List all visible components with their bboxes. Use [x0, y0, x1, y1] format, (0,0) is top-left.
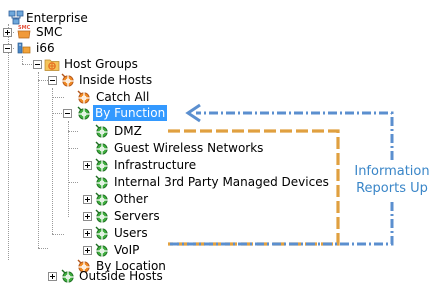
- tree-node-smc[interactable]: SMC: [34, 24, 64, 40]
- host-group-orange-icon: [76, 89, 92, 105]
- host-group-green-icon: [94, 242, 110, 258]
- tree-node-voip[interactable]: VoIP: [112, 242, 141, 258]
- smc-server-icon: SMC: [16, 24, 32, 40]
- tree-connector: [8, 24, 9, 260]
- expand-toggle-other[interactable]: [83, 195, 92, 204]
- svg-text:SMC: SMC: [18, 25, 31, 31]
- tree-connector: [38, 248, 48, 249]
- tree-node-host-groups[interactable]: Host Groups: [62, 56, 140, 72]
- host-group-green-icon: [94, 157, 110, 173]
- annotation-line2: Reports Up: [356, 181, 428, 196]
- collapse-toggle-by-function[interactable]: [63, 109, 72, 118]
- tree-connector: [68, 148, 78, 149]
- expand-toggle-outside-hosts[interactable]: [48, 272, 57, 281]
- tree-node-outside-hosts[interactable]: Outside Hosts: [77, 268, 165, 284]
- tree-connector: [22, 56, 23, 64]
- host-group-green-icon: [94, 208, 110, 224]
- tree-node-other[interactable]: Other: [112, 191, 150, 207]
- collapse-toggle-inside-hosts[interactable]: [48, 76, 57, 85]
- network-device-icon: [16, 40, 32, 56]
- tree-node-infrastructure[interactable]: Infrastructure: [112, 157, 198, 173]
- expand-toggle-users[interactable]: [83, 229, 92, 238]
- tree-node-i66[interactable]: i66: [34, 40, 57, 56]
- annotation-line1: Information: [354, 164, 430, 179]
- host-group-green-icon: [94, 174, 110, 190]
- collapse-toggle-i66[interactable]: [3, 44, 12, 53]
- tree-connector: [22, 64, 32, 65]
- host-group-green-icon: [94, 123, 110, 139]
- expand-toggle-smc[interactable]: [3, 28, 12, 37]
- host-group-green-icon: [94, 191, 110, 207]
- tree-connector: [68, 131, 78, 132]
- tree-connector: [68, 121, 69, 217]
- host-group-green-icon: [94, 140, 110, 156]
- expand-toggle-servers[interactable]: [83, 212, 92, 221]
- tree-node-guest-wireless-networks[interactable]: Guest Wireless Networks: [112, 140, 265, 156]
- tree-connector: [52, 234, 64, 235]
- tree-connector: [68, 182, 78, 183]
- host-group-tree-view: Enterprise SMC SMC i66 Host Groups Insid…: [0, 0, 430, 286]
- host-group-green-icon: [60, 268, 76, 284]
- tree-node-catch-all[interactable]: Catch All: [94, 89, 151, 105]
- host-group-green-icon: [76, 105, 92, 121]
- folder-hostgroup-icon: [44, 56, 60, 72]
- tree-node-users[interactable]: Users: [112, 225, 150, 241]
- blue-arrow-head-icon: [185, 103, 201, 123]
- tree-node-by-function[interactable]: By Function: [93, 105, 168, 121]
- tree-connector: [52, 88, 53, 234]
- host-group-orange-icon: [60, 72, 76, 88]
- expand-toggle-infrastructure[interactable]: [83, 161, 92, 170]
- tree-node-dmz[interactable]: DMZ: [112, 123, 144, 139]
- tree-connector: [38, 80, 48, 81]
- tree-connector: [38, 72, 39, 248]
- tree-node-inside-hosts[interactable]: Inside Hosts: [77, 72, 154, 88]
- collapse-toggle-host-groups[interactable]: [33, 60, 42, 69]
- annotation-text: Information Reports Up: [353, 163, 430, 197]
- tree-connector: [52, 97, 64, 98]
- host-group-green-icon: [94, 225, 110, 241]
- expand-toggle-voip[interactable]: [83, 246, 92, 255]
- tree-node-internal-3rd-party-managed-devices[interactable]: Internal 3rd Party Managed Devices: [112, 174, 331, 190]
- tree-node-servers[interactable]: Servers: [112, 208, 162, 224]
